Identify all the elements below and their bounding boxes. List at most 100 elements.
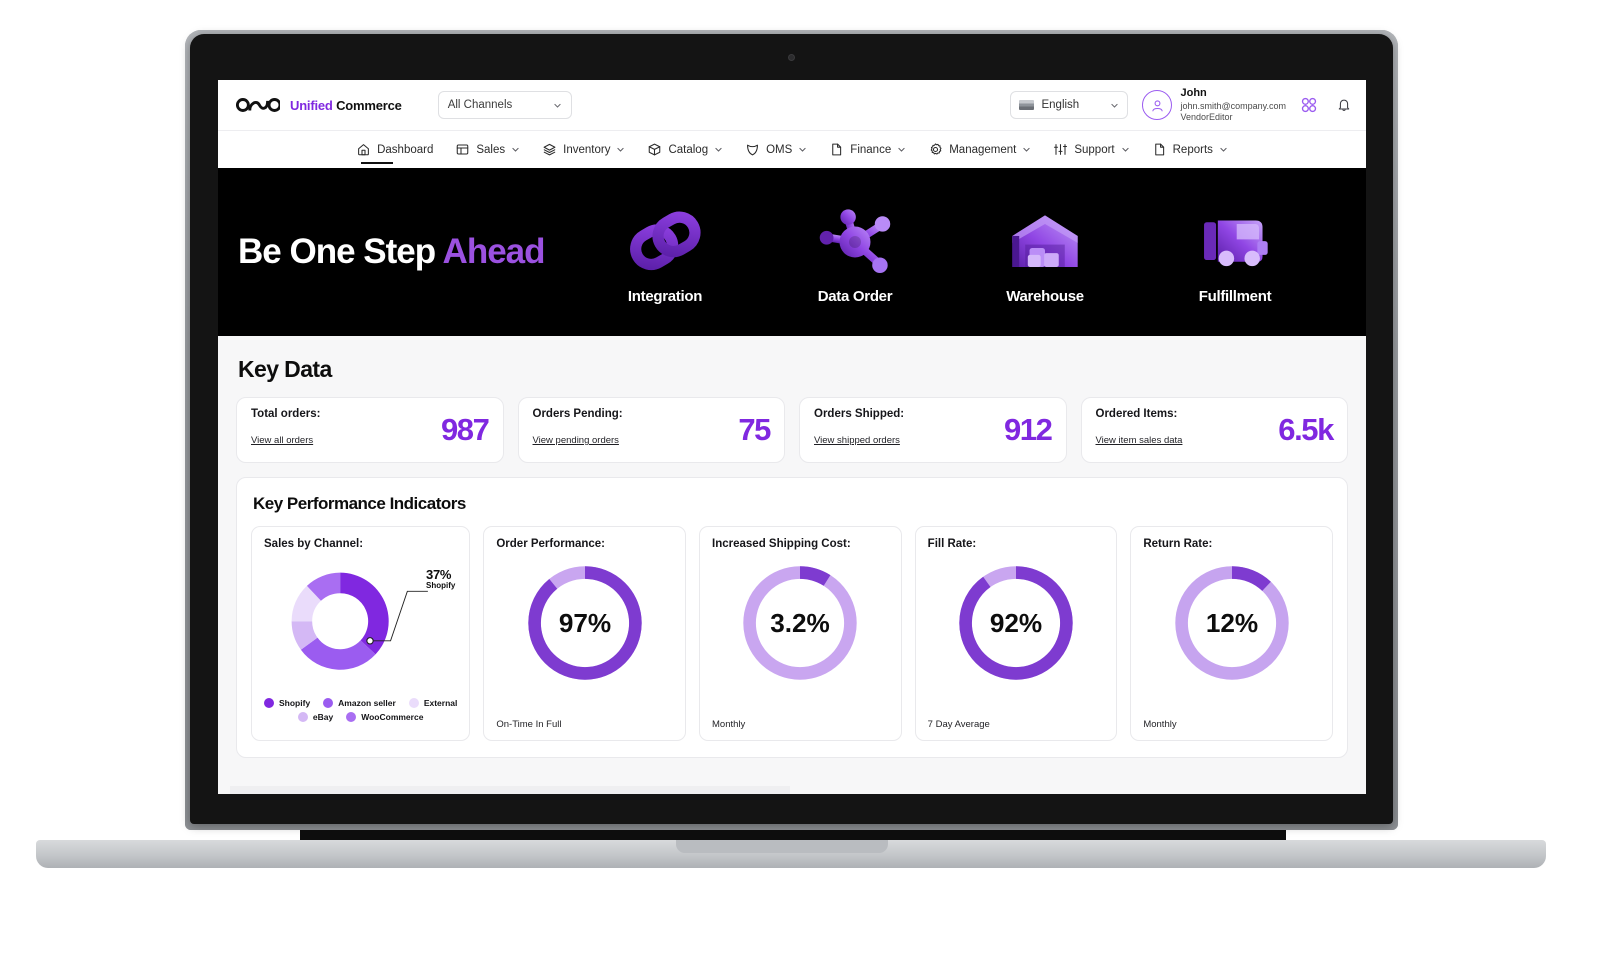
nav-item-finance[interactable]: Finance (828, 142, 907, 157)
chevron-down-icon (897, 145, 906, 154)
donut-legend: Shopify Amazon seller External eBay WooComm… (264, 698, 457, 722)
legend-label: WooCommerce (361, 712, 424, 722)
nav-item-sales[interactable]: Sales (454, 142, 521, 157)
stat-card-value: 6.5k (1278, 411, 1334, 447)
kpi-card-gauge[interactable]: Order Performance: 97% On-Time In Full (483, 526, 687, 741)
screen-bottom-strip (230, 786, 790, 794)
language-select[interactable]: English (1010, 91, 1129, 119)
webcam-icon (788, 54, 795, 61)
nav-item-label: Management (949, 143, 1017, 156)
stat-card-link[interactable]: View item sales data (1096, 435, 1183, 446)
stat-card-value: 75 (738, 411, 771, 447)
stat-card[interactable]: Orders Shipped: View shipped orders 912 (799, 397, 1067, 463)
forklift-icon (1170, 200, 1300, 284)
nav-item-label: OMS (766, 143, 793, 156)
stat-card-value: 912 (1003, 411, 1053, 447)
hero-feature-label: Fulfillment (1198, 287, 1272, 305)
nav-item-label: Finance (850, 143, 892, 156)
gear-icon (928, 142, 943, 157)
kpi-card-footnote: Monthly (712, 719, 746, 730)
osa-logo-icon (236, 94, 282, 116)
layers-icon (542, 142, 557, 157)
brand-logo[interactable]: Unified Commerce (236, 94, 402, 116)
screenshot-stage: Unified Commerce All Channels English Jo… (0, 0, 1622, 973)
brand-accent: Unified (290, 97, 333, 113)
stat-card-link[interactable]: View shipped orders (814, 435, 900, 446)
callout-label: Shopify (426, 581, 456, 590)
kpi-panel: Key Performance Indicators Sales by Chan… (236, 477, 1348, 758)
document-icon (829, 142, 844, 157)
channel-select-value: All Channels (447, 99, 513, 111)
hero-feature-warehouse[interactable]: Warehouse (980, 200, 1110, 305)
gauge-donut: 97% (496, 556, 673, 690)
stat-card-label: Orders Pending: (532, 408, 623, 420)
nav-item-inventory[interactable]: Inventory (541, 142, 626, 157)
language-select-value: English (1041, 99, 1080, 111)
chevron-down-icon (798, 145, 807, 154)
legend-row-2: eBay WooCommerce (264, 712, 457, 722)
nav-item-management[interactable]: Management (927, 142, 1032, 157)
kpi-card-sales-by-channel[interactable]: Sales by Channel: 37% Shopify Shopify Ama… (251, 526, 471, 741)
hero-banner: Be One Step Ahead Integration Data Order… (218, 168, 1366, 336)
nav-item-label: Support (1074, 143, 1115, 156)
box-icon (647, 142, 662, 157)
flag-us-icon (1019, 100, 1035, 110)
stat-card-link[interactable]: View pending orders (533, 435, 619, 446)
nav-item-oms[interactable]: OMS (744, 142, 808, 157)
user-name: John (1180, 86, 1207, 99)
gauge-svg: 97% (527, 566, 642, 680)
sliders-icon (1053, 142, 1068, 157)
svg-text:97%: 97% (559, 608, 611, 638)
gauge-svg: 92% (959, 566, 1073, 680)
legend-item: WooCommerce (346, 712, 423, 722)
page-title: Key Data (238, 356, 332, 382)
channel-select[interactable]: All Channels (437, 91, 572, 119)
legend-item: Shopify (264, 698, 310, 708)
legend-color-dot (408, 698, 419, 708)
hero-feature-data-order[interactable]: Data Order (790, 200, 920, 305)
kpi-card-gauge[interactable]: Increased Shipping Cost: 3.2% Monthly (699, 526, 902, 741)
user-email: john.smith@company.com (1180, 100, 1286, 111)
nav-item-label: Sales (476, 143, 506, 156)
user-role: VendorEditor (1180, 111, 1233, 122)
main-navigation: Dashboard Sales Inventory Catalog OMS Finance… (218, 130, 1366, 168)
hero-title-white: Be One Step (238, 232, 436, 271)
legend-color-dot (323, 698, 334, 708)
chevron-down-icon (1110, 101, 1119, 110)
network-nodes-icon (790, 200, 920, 284)
hero-feature-fulfillment[interactable]: Fulfillment (1170, 200, 1300, 305)
stat-card-link[interactable]: View all orders (251, 435, 313, 446)
hero-feature-list: Integration Data Order Warehouse Fulfill… (600, 200, 1326, 305)
stat-card[interactable]: Orders Pending: View pending orders 75 (517, 397, 785, 463)
bell-icon[interactable] (1336, 96, 1352, 114)
nav-item-reports[interactable]: Reports (1151, 142, 1229, 157)
kpi-card-gauge[interactable]: Fill Rate: 92% 7 Day Average (914, 526, 1118, 741)
kpi-card-footnote: 7 Day Average (927, 719, 990, 730)
hero-title: Be One Step Ahead (238, 232, 546, 272)
legend-item: Amazon seller (323, 698, 396, 708)
gauge-donut: 12% (1143, 556, 1320, 690)
legend-label: eBay (312, 712, 334, 722)
legend-item: eBay (297, 712, 334, 722)
nav-item-label: Catalog (668, 143, 709, 156)
kpi-card-gauge[interactable]: Return Rate: 12% Monthly (1130, 526, 1333, 741)
main-content: Key Data Total orders: View all orders 987… (218, 336, 1366, 794)
gauge-svg: 12% (1174, 566, 1289, 680)
chevron-down-icon (1022, 145, 1031, 154)
hero-feature-integration[interactable]: Integration (600, 200, 730, 305)
user-avatar-icon (1142, 90, 1173, 120)
nav-item-catalog[interactable]: Catalog (646, 142, 724, 157)
gauge-donut: 92% (928, 556, 1105, 690)
chevron-down-icon (1121, 145, 1130, 154)
hero-feature-label: Warehouse (1006, 287, 1084, 305)
stat-card[interactable]: Total orders: View all orders 987 (236, 397, 504, 463)
hero-feature-label: Integration (627, 287, 703, 305)
kpi-card-title: Fill Rate: (927, 538, 977, 550)
stat-card[interactable]: Ordered Items: View item sales data 6.5k (1080, 397, 1348, 463)
grid-apps-icon[interactable] (1300, 96, 1318, 114)
donut-callout: 37% Shopify (426, 568, 455, 590)
user-profile[interactable]: John john.smith@company.com VendorEditor (1142, 87, 1286, 123)
nav-item-dashboard[interactable]: Dashboard (355, 142, 434, 164)
document-icon (1152, 142, 1167, 157)
nav-item-support[interactable]: Support (1052, 142, 1130, 157)
